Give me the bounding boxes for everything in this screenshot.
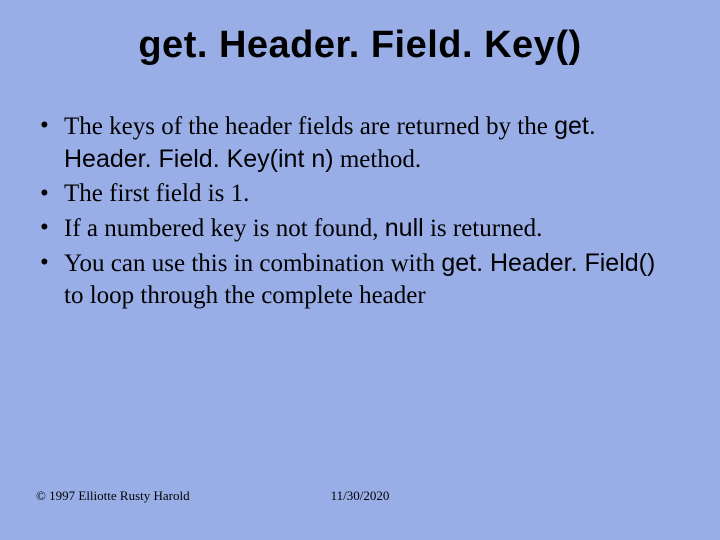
code-text: null: [385, 214, 424, 242]
bullet-text: to loop through the complete header: [64, 282, 426, 309]
list-item: The first field is 1.: [36, 178, 680, 210]
slide: get. Header. Field. Key() The keys of th…: [0, 0, 720, 540]
slide-title: get. Header. Field. Key(): [0, 24, 720, 67]
bullet-text: You can use this in combination with: [64, 250, 441, 277]
bullet-text: The keys of the header fields are return…: [64, 113, 554, 140]
date-text: 11/30/2020: [0, 488, 720, 504]
list-item: The keys of the header fields are return…: [36, 110, 680, 176]
list-item: You can use this in combination with get…: [36, 247, 680, 312]
list-item: If a numbered key is not found, null is …: [36, 212, 680, 245]
bullet-text: is returned.: [424, 215, 543, 242]
bullet-text: If a numbered key is not found,: [64, 215, 385, 242]
slide-body: The keys of the header fields are return…: [36, 110, 680, 314]
bullet-text: The first field is 1.: [64, 180, 249, 207]
code-text: get. Header. Field(): [441, 249, 655, 277]
bullet-list: The keys of the header fields are return…: [36, 110, 680, 312]
bullet-text: method.: [334, 146, 422, 173]
